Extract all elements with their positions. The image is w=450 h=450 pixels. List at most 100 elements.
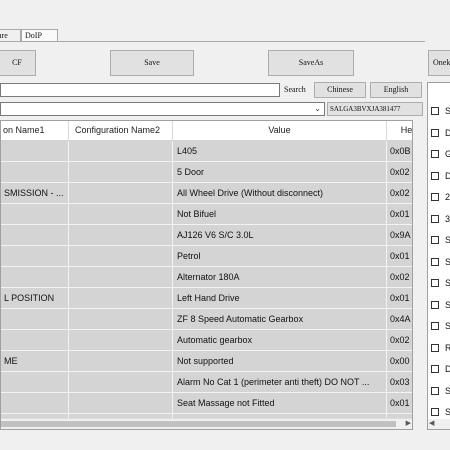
cell-value[interactable]: L405: [173, 141, 387, 162]
cell-name1[interactable]: [1, 267, 69, 288]
table-row[interactable]: ME Not supported 0x00: [1, 351, 412, 372]
checkbox-item[interactable]: 2(: [431, 191, 450, 205]
cell-hex[interactable]: 0x03: [387, 372, 412, 393]
cell-hex[interactable]: 0x02: [387, 267, 412, 288]
cell-value[interactable]: Alternator 180A: [173, 267, 387, 288]
checkbox[interactable]: [431, 343, 439, 352]
checkbox-item[interactable]: D: [431, 127, 450, 141]
checkbox[interactable]: [431, 322, 439, 330]
cell-name1[interactable]: [1, 162, 69, 183]
cell-value[interactable]: Automatic gearbox: [173, 330, 387, 351]
cell-name2[interactable]: [69, 204, 173, 225]
table-row[interactable]: L POSITION Left Hand Drive 0x01: [1, 288, 412, 309]
table-row[interactable]: Petrol 0x01: [1, 246, 412, 267]
cell-hex[interactable]: 0x01: [387, 204, 412, 225]
table-row[interactable]: Seat Massage not Fitted 0x01: [1, 393, 412, 414]
horizontal-scrollbar[interactable]: ▶: [1, 418, 412, 429]
checkbox-item[interactable]: 3.: [431, 213, 450, 227]
column-header-value[interactable]: Value: [173, 121, 387, 140]
checkbox[interactable]: [431, 236, 439, 244]
column-header-hex[interactable]: He: [387, 121, 412, 140]
tab-doip[interactable]: DoIP: [21, 29, 58, 41]
checkbox-item[interactable]: S': [431, 234, 450, 248]
cell-name2[interactable]: [69, 183, 173, 204]
checkbox[interactable]: [431, 365, 439, 373]
checkbox-item[interactable]: Si: [431, 385, 450, 399]
cell-hex[interactable]: 0x02: [387, 183, 412, 204]
cell-name2[interactable]: [69, 288, 173, 309]
cell-value[interactable]: ZF 8 Speed Automatic Gearbox: [173, 309, 387, 330]
chevron-down-icon[interactable]: ⌄: [314, 104, 321, 113]
cell-name2[interactable]: [69, 141, 173, 162]
checkbox[interactable]: [431, 150, 439, 158]
cell-name2[interactable]: [69, 162, 173, 183]
english-button[interactable]: English: [370, 82, 422, 98]
cell-name1[interactable]: [1, 393, 69, 414]
table-row[interactable]: Alarm No Cat 1 (perimeter anti theft) DO…: [1, 372, 412, 393]
cell-name1[interactable]: [1, 309, 69, 330]
checkbox-item[interactable]: D: [431, 363, 450, 377]
checkbox-item[interactable]: S': [431, 299, 450, 313]
checkbox-item[interactable]: Si: [431, 406, 450, 420]
checkbox-item[interactable]: S': [431, 320, 450, 334]
table-row[interactable]: Automatic gearbox 0x02: [1, 330, 412, 351]
table-row[interactable]: ZF 8 Speed Automatic Gearbox 0x4A: [1, 309, 412, 330]
table-row[interactable]: L405 0x0B: [1, 141, 412, 162]
cell-value[interactable]: AJ126 V6 S/C 3.0L: [173, 225, 387, 246]
cell-hex[interactable]: 0x01: [387, 246, 412, 267]
scroll-left-icon[interactable]: ◀: [429, 419, 434, 427]
cell-name2[interactable]: [69, 393, 173, 414]
save-button[interactable]: Save: [110, 50, 194, 76]
checkbox[interactable]: [431, 193, 439, 201]
cell-value[interactable]: Seat Massage not Fitted: [173, 393, 387, 414]
cf-button[interactable]: CF: [0, 50, 36, 76]
column-header-name2[interactable]: Configuration Name2: [69, 121, 173, 140]
cell-name2[interactable]: [69, 246, 173, 267]
checkbox-item[interactable]: Si: [431, 105, 450, 119]
checkbox-item[interactable]: G: [431, 148, 450, 162]
right-scrollbar[interactable]: ◀: [428, 419, 450, 429]
cell-hex[interactable]: 0x01: [387, 288, 412, 309]
cell-hex[interactable]: 0x00: [387, 351, 412, 372]
checkbox[interactable]: [431, 300, 439, 309]
table-row[interactable]: Alternator 180A 0x02: [1, 267, 412, 288]
table-row[interactable]: AJ126 V6 S/C 3.0L 0x9A: [1, 225, 412, 246]
cell-name2[interactable]: [69, 372, 173, 393]
cell-name1[interactable]: [1, 372, 69, 393]
cell-name2[interactable]: [69, 330, 173, 351]
cell-hex[interactable]: 0x02: [387, 162, 412, 183]
cell-name1[interactable]: ME: [1, 351, 69, 372]
checkbox[interactable]: [431, 386, 439, 395]
table-row[interactable]: 5 Door 0x02: [1, 162, 412, 183]
checkbox-item[interactable]: D: [431, 170, 450, 184]
scrollbar-thumb[interactable]: [1, 421, 396, 427]
cell-name1[interactable]: SMISSION - ...: [1, 183, 69, 204]
cell-name1[interactable]: [1, 246, 69, 267]
cell-value[interactable]: All Wheel Drive (Without disconnect): [173, 183, 387, 204]
checkbox[interactable]: [431, 279, 439, 287]
cell-value[interactable]: Not Bifuel: [173, 204, 387, 225]
cell-hex[interactable]: 0x0B: [387, 141, 412, 162]
cell-name2[interactable]: [69, 351, 173, 372]
checkbox[interactable]: [431, 171, 439, 180]
onekey-button[interactable]: Onek: [428, 50, 450, 76]
checkbox-item[interactable]: S': [431, 277, 450, 291]
search-input[interactable]: [0, 83, 280, 97]
column-header-name1[interactable]: on Name1: [1, 121, 69, 140]
checkbox[interactable]: [431, 107, 439, 115]
checkbox[interactable]: [431, 408, 439, 416]
cell-name1[interactable]: [1, 141, 69, 162]
module-select[interactable]: ⌄: [0, 102, 325, 116]
cell-name2[interactable]: [69, 267, 173, 288]
table-row[interactable]: Not Bifuel 0x01: [1, 204, 412, 225]
cell-value[interactable]: Alarm No Cat 1 (perimeter anti theft) DO…: [173, 372, 387, 393]
cell-name1[interactable]: [1, 225, 69, 246]
saveas-button[interactable]: SaveAs: [268, 50, 354, 76]
cell-value[interactable]: Not supported: [173, 351, 387, 372]
cell-hex[interactable]: 0x4A: [387, 309, 412, 330]
checkbox[interactable]: [431, 128, 439, 137]
cell-hex[interactable]: 0x01: [387, 393, 412, 414]
cell-name1[interactable]: [1, 204, 69, 225]
cell-hex[interactable]: 0x9A: [387, 225, 412, 246]
cell-hex[interactable]: 0x02: [387, 330, 412, 351]
